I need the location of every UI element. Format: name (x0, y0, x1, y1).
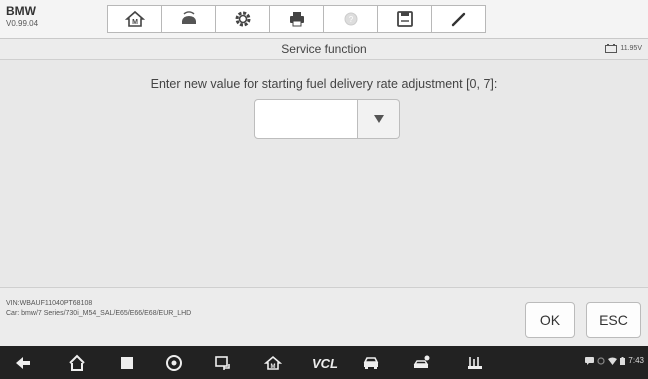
voltage-value: 11.95V (620, 45, 642, 52)
back-button[interactable] (14, 354, 32, 372)
value-combobox[interactable] (254, 99, 400, 139)
recent-apps-button[interactable] (118, 354, 136, 372)
status-area: 7:43 (585, 356, 644, 365)
title-bar: Service function 11.95V (0, 39, 648, 60)
diagnosis-home-button[interactable]: M (264, 354, 282, 372)
home-button[interactable]: M (107, 5, 162, 33)
value-prompt: Enter new value for starting fuel delive… (150, 77, 498, 91)
recent-apps-icon (121, 357, 133, 369)
edit-button[interactable] (431, 5, 486, 33)
ok-button[interactable]: OK (525, 302, 575, 338)
browser-button[interactable] (165, 354, 183, 372)
svg-text:?: ? (348, 15, 353, 24)
svg-text:M: M (271, 364, 276, 370)
brand-block: BMW V0.99.04 (6, 5, 38, 29)
app-name: BMW (6, 4, 36, 18)
toolbar-buttons: M ? (107, 5, 486, 33)
vehicle-info: VIN:WBAUF11040PT68108 Car: bmw/7 Series/… (6, 299, 191, 319)
clock: 7:43 (628, 356, 644, 365)
house-icon (69, 354, 85, 371)
top-toolbar: BMW V0.99.04 M ? (0, 0, 648, 39)
esc-button[interactable]: ESC (586, 302, 641, 338)
settings-gear-icon (235, 11, 250, 27)
dropdown-button[interactable] (358, 99, 400, 139)
save-icon (396, 11, 413, 27)
vin-text: VIN:WBAUF11040PT68108 (6, 300, 93, 307)
data-manager-icon (468, 357, 482, 369)
svg-text:M: M (132, 19, 138, 26)
data-manager-button[interactable] (466, 354, 484, 372)
vcl-label: VCL (312, 355, 338, 371)
vehicle-swap-icon (181, 11, 196, 24)
battery-icon (605, 44, 618, 53)
vcl-button[interactable]: VCL (310, 354, 340, 372)
value-input[interactable] (254, 99, 358, 139)
voltage-indicator: 11.95V (605, 44, 642, 53)
print-button[interactable] (269, 5, 324, 33)
vehicle-swap-button[interactable] (161, 5, 216, 33)
message-icon (585, 356, 595, 365)
edit-icon (451, 12, 465, 27)
browser-icon (166, 355, 182, 371)
settings-button[interactable] (215, 5, 270, 33)
screen-cast-button[interactable] (214, 354, 232, 372)
sync-icon (597, 356, 606, 365)
help-icon: ? (344, 12, 357, 26)
diagnosis-home-icon: M (264, 355, 282, 370)
battery-status-icon (620, 356, 626, 365)
page-title: Service function (281, 42, 367, 56)
home-icon: M (124, 10, 145, 27)
wifi-icon (608, 357, 618, 365)
vehicle-button[interactable] (362, 354, 380, 372)
main-content: Enter new value for starting fuel delive… (0, 60, 648, 286)
save-button[interactable] (377, 5, 432, 33)
screen-cast-icon (215, 356, 230, 370)
help-button[interactable]: ? (323, 5, 378, 33)
system-nav-bar: M VCL 7:43 (0, 346, 648, 379)
footer-bar: VIN:WBAUF11040PT68108 Car: bmw/7 Series/… (0, 287, 648, 346)
car-icon (363, 357, 379, 369)
back-arrow-icon (16, 357, 30, 369)
remote-expert-button[interactable] (413, 354, 435, 372)
remote-expert-icon (413, 355, 430, 368)
home-nav-button[interactable] (68, 354, 86, 372)
triangle-down-icon (373, 115, 384, 123)
app-version: V0.99.04 (6, 19, 39, 28)
print-icon (289, 12, 304, 27)
car-text: Car: bmw/7 Series/730i_M54_SAL/E65/E66/E… (6, 310, 192, 317)
